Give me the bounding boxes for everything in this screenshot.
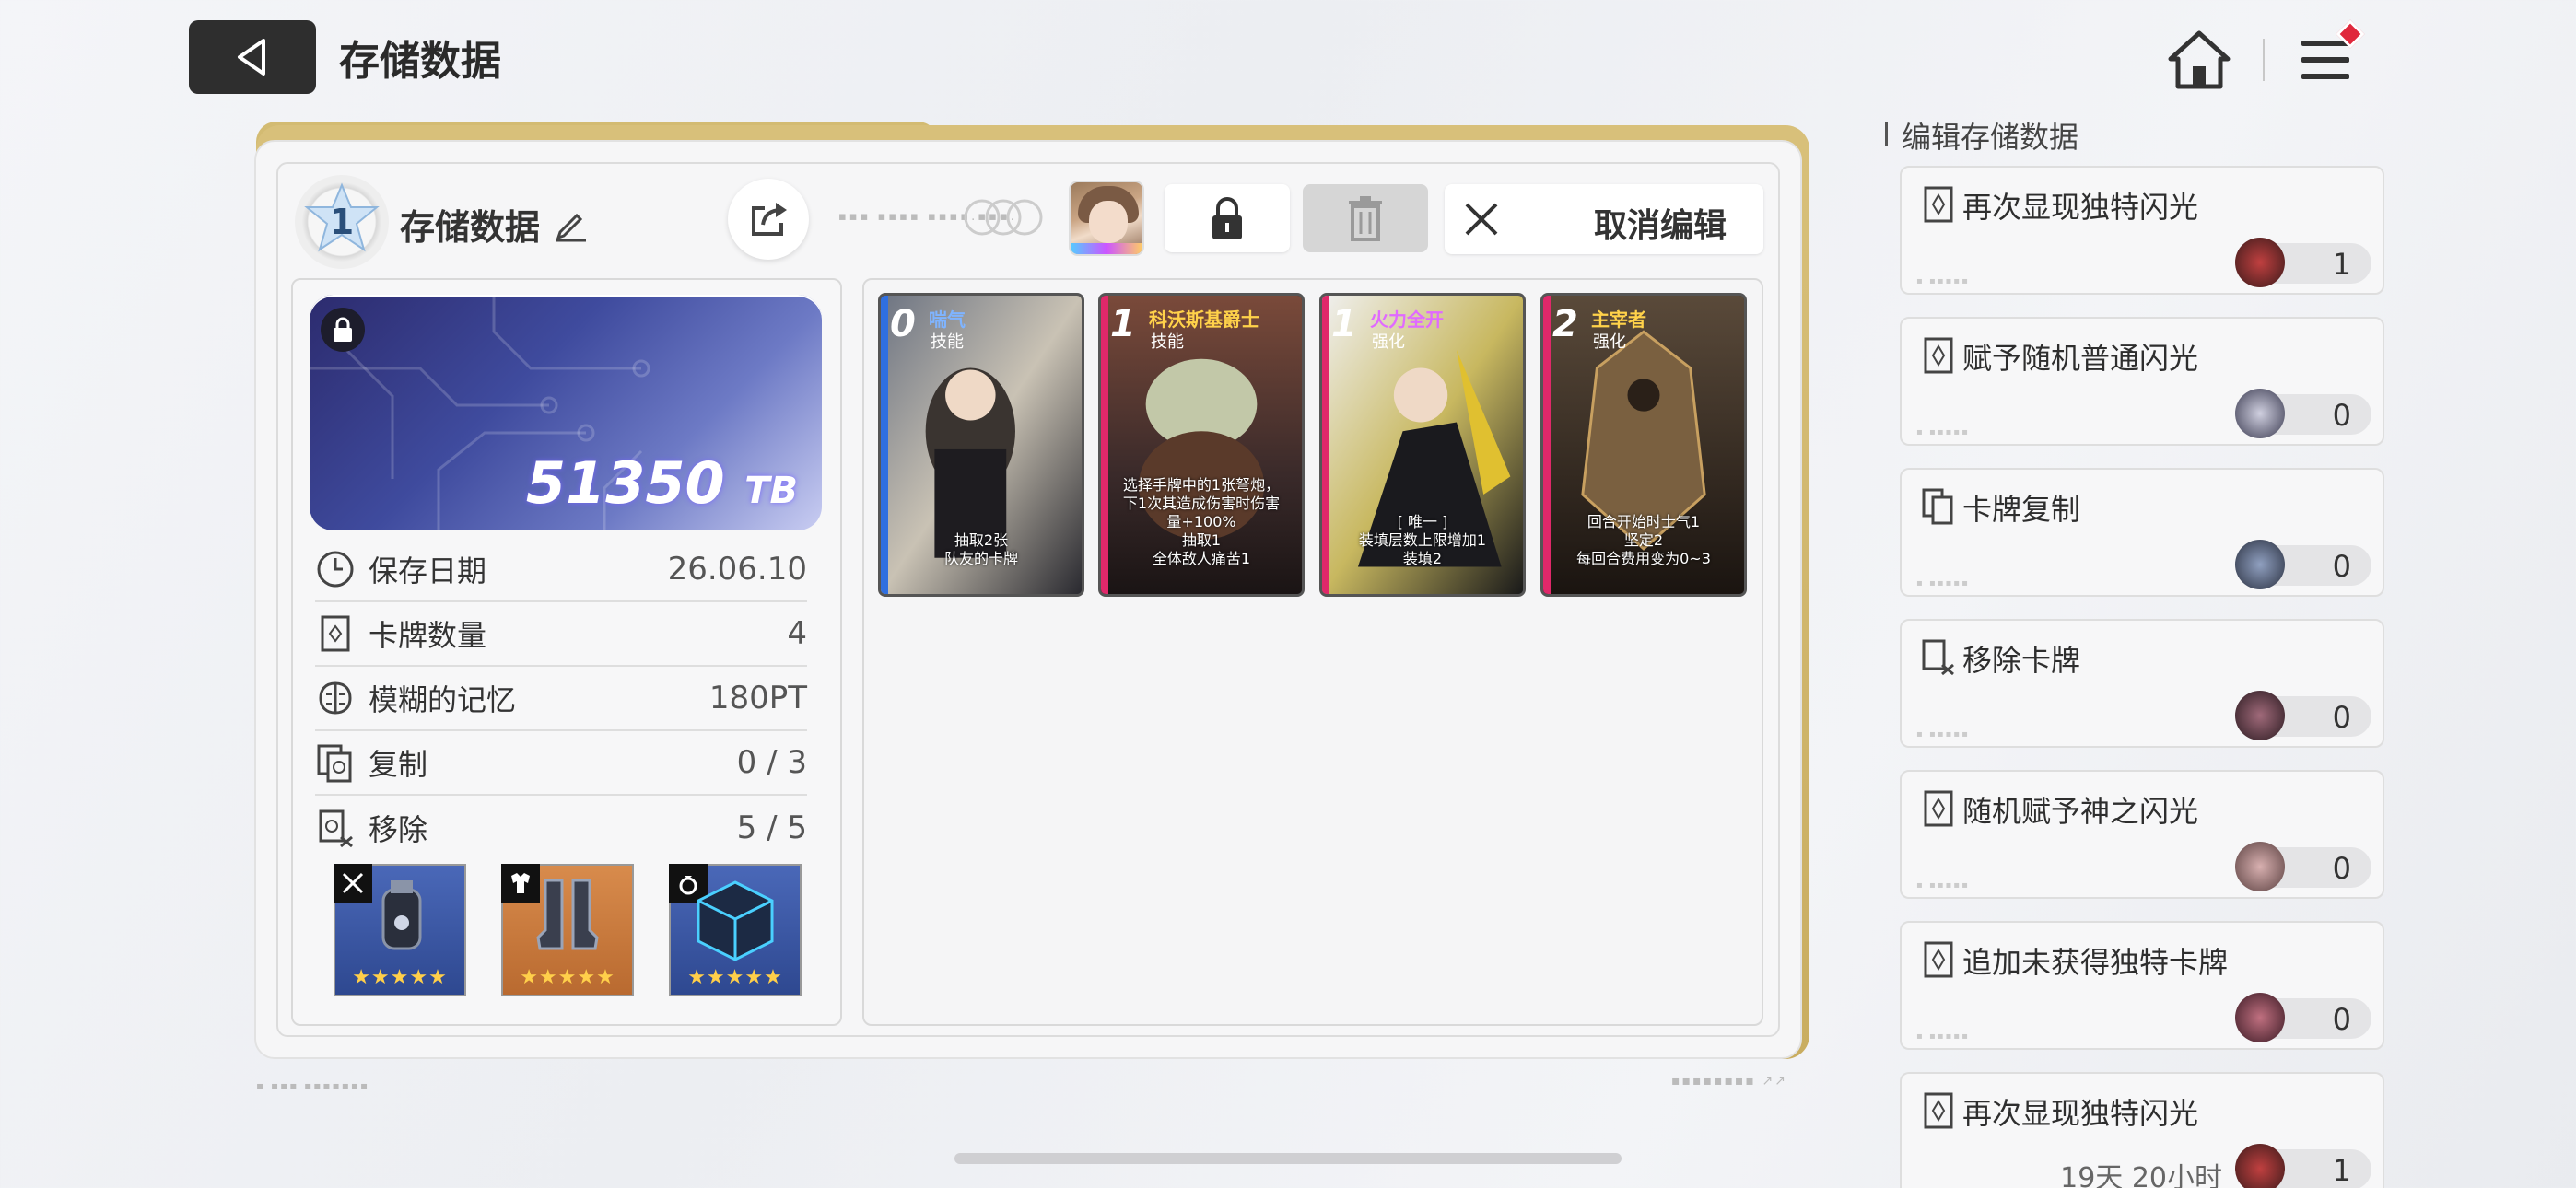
flash-icon — [1924, 790, 1953, 827]
card-count-icon — [321, 615, 350, 652]
slot-number-badge: 1 — [295, 175, 389, 269]
cube-icon — [697, 880, 774, 961]
remove-card-icon — [319, 809, 353, 848]
option-count-pill: 1 — [2235, 1144, 2371, 1188]
character-avatar — [2235, 389, 2285, 438]
pencil-icon — [556, 213, 586, 242]
option-count-pill: 0 — [2235, 540, 2371, 589]
lock-icon — [1212, 197, 1242, 239]
clock-icon — [317, 551, 354, 588]
card-item[interactable]: 2 主宰者 强化 回合开始时士气1 坚定2 每回合费用变为0~3 — [1540, 293, 1747, 597]
stat-row-card-count: 卡牌数量 4 — [315, 602, 807, 667]
edit-option-item[interactable]: 再次显现独特闪光 19天 20小时 1 — [1900, 1072, 2384, 1188]
stat-row-save-date: 保存日期 26.06.10 — [315, 538, 807, 602]
home-icon — [2168, 30, 2231, 89]
edit-option-item[interactable]: 随机赋予神之闪光 0 ▪ ▪▪▪▪▪ — [1900, 770, 2384, 899]
edit-option-item[interactable]: 卡牌复制 0 ▪ ▪▪▪▪▪ — [1900, 468, 2384, 597]
stat-row-copy: 复制 0 / 3 — [315, 731, 807, 796]
home-indicator — [954, 1153, 1622, 1164]
card-item[interactable]: 1 科沃斯基爵士 技能 选择手牌中的1张弩炮， 下1次其造成伤害时伤害 量+10… — [1098, 293, 1305, 597]
character-avatar — [2235, 238, 2285, 287]
cancel-edit-button[interactable]: 取消编辑 — [1445, 184, 1763, 254]
option-count-pill: 0 — [2235, 993, 2371, 1042]
decorative-text: ▪▪▪▪▪▪▪▪ ↗↗ — [1671, 1074, 1787, 1089]
character-avatar — [2235, 691, 2285, 740]
option-count-pill: 0 — [2235, 842, 2371, 891]
character-avatar — [2235, 842, 2285, 891]
edit-panel-title: 编辑存储数据 — [1884, 114, 2078, 157]
brain-icon — [319, 681, 352, 715]
character-avatar[interactable] — [1069, 181, 1144, 256]
back-arrow-icon — [238, 39, 265, 76]
copy-card-icon — [317, 744, 352, 783]
cancel-edit-label: 取消编辑 — [1594, 207, 1727, 245]
option-count-pill: 1 — [2235, 238, 2371, 287]
lock-button[interactable] — [1165, 184, 1290, 252]
remove-card-icon — [1922, 639, 1954, 676]
slot-title: 存储数据 — [400, 207, 541, 248]
trash-icon — [1349, 196, 1382, 241]
close-icon — [1465, 203, 1498, 236]
home-button[interactable] — [2167, 28, 2231, 92]
header-divider — [2263, 39, 2265, 81]
rings-icon — [964, 199, 1043, 236]
character-avatar — [2235, 540, 2285, 589]
boots-icon — [536, 879, 599, 950]
slot-number: 1 — [329, 202, 355, 242]
back-button[interactable] — [189, 20, 316, 94]
option-count-pill: 0 — [2235, 389, 2371, 438]
character-avatar — [2235, 993, 2285, 1042]
decorative-text: ▪ ▪▪▪ ▪▪▪▪▪▪▪ — [256, 1079, 370, 1092]
flash-icon — [1924, 1092, 1953, 1129]
edit-option-item[interactable]: 再次显现独特闪光 1 ▪ ▪▪▪▪▪ — [1900, 166, 2384, 295]
grenade-icon — [381, 880, 422, 950]
card-item[interactable]: 1 火力全开 强化 [ 唯一 ] 装填层数上限增加1 装填2 — [1319, 293, 1526, 597]
equipment-weapon[interactable]: ★★★★★ — [334, 864, 466, 996]
edit-option-item[interactable]: 追加未获得独特卡牌 0 ▪ ▪▪▪▪▪ — [1900, 921, 2384, 1050]
flash-icon — [1924, 941, 1953, 978]
flash-icon — [1924, 337, 1953, 374]
tb-value: 51350 TB — [525, 449, 798, 517]
stat-row-remove: 移除 5 / 5 — [315, 796, 807, 860]
card-item[interactable]: 0 喘气 技能 抽取2张 队友的卡牌 — [878, 293, 1084, 597]
cooldown-timer: 19天 20小时 — [2060, 1162, 2222, 1188]
share-icon — [752, 203, 787, 236]
tb-lock-icon — [321, 308, 365, 352]
edit-option-item[interactable]: 移除卡牌 0 ▪ ▪▪▪▪▪ — [1900, 619, 2384, 748]
option-count-pill: 0 — [2235, 691, 2371, 740]
edit-name-button[interactable] — [553, 206, 590, 243]
flash-icon — [1924, 186, 1953, 223]
equipment-ring[interactable]: ★★★★★ — [669, 864, 802, 996]
delete-button[interactable] — [1303, 184, 1428, 252]
menu-button[interactable] — [2294, 19, 2365, 92]
share-button[interactable] — [728, 179, 809, 260]
edit-option-item[interactable]: 赋予随机普通闪光 0 ▪ ▪▪▪▪▪ — [1900, 317, 2384, 446]
page-title: 存储数据 — [339, 38, 501, 85]
copy-card-icon — [1922, 488, 1953, 525]
equipment-armor[interactable]: ★★★★★ — [501, 864, 634, 996]
character-avatar — [2235, 1144, 2285, 1188]
stat-row-memory: 模糊的记忆 180PT — [315, 667, 807, 731]
tb-card: 51350 TB — [310, 295, 822, 530]
